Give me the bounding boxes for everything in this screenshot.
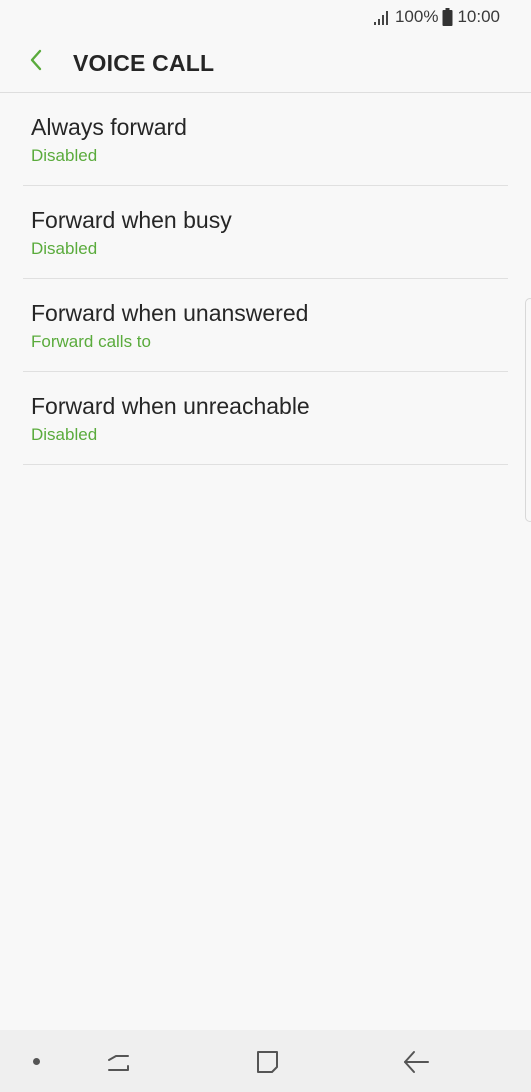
list-item-forward-when-unanswered[interactable]: Forward when unanswered Forward calls to: [23, 279, 508, 372]
back-nav-button[interactable]: [400, 1048, 432, 1076]
back-arrow-icon: [400, 1051, 432, 1080]
item-title: Forward when unanswered: [31, 300, 309, 326]
status-indicators: 100% 10:00: [373, 7, 500, 27]
back-button[interactable]: [20, 46, 52, 78]
home-button[interactable]: [253, 1047, 283, 1077]
item-status: Forward calls to: [31, 332, 151, 351]
signal-icon: [373, 9, 391, 25]
home-icon: [253, 1051, 283, 1081]
item-status: Disabled: [31, 425, 98, 444]
chevron-left-icon: [28, 48, 44, 77]
status-bar: 100% 10:00: [0, 0, 531, 34]
page-title: VOICE CALL: [73, 50, 215, 76]
battery-icon: [442, 8, 453, 26]
list-item-always-forward[interactable]: Always forward Disabled: [23, 93, 508, 186]
item-status: Disabled: [31, 146, 98, 165]
item-title: Forward when unreachable: [31, 393, 310, 419]
dot-icon[interactable]: [33, 1058, 40, 1065]
list-item-forward-when-unreachable[interactable]: Forward when unreachable Disabled: [23, 372, 508, 465]
clock: 10:00: [457, 7, 500, 26]
settings-list: Always forward Disabled Forward when bus…: [23, 93, 508, 465]
item-status: Disabled: [31, 239, 98, 258]
app-bar: VOICE CALL: [0, 34, 531, 93]
item-title: Always forward: [31, 114, 187, 140]
recents-button[interactable]: [104, 1048, 134, 1076]
scroll-indicator[interactable]: [525, 298, 531, 522]
item-title: Forward when busy: [31, 207, 232, 233]
navigation-bar: [0, 1030, 531, 1092]
battery-percent: 100%: [394, 7, 439, 26]
recents-icon: [104, 1055, 134, 1080]
list-item-forward-when-busy[interactable]: Forward when busy Disabled: [23, 186, 508, 279]
